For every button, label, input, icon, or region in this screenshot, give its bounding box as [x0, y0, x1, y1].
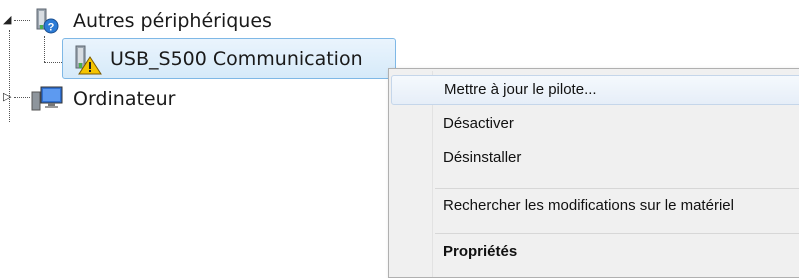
tree-connector — [14, 97, 30, 98]
menu-separator — [435, 188, 799, 189]
tree-label-usb-s500[interactable]: USB_S500 Communication — [110, 46, 363, 72]
tree-connector — [14, 20, 30, 21]
menu-item-disable[interactable]: Désactiver — [391, 109, 799, 139]
svg-text:?: ? — [48, 22, 55, 34]
collapse-arrow-icon[interactable]: ◢ — [3, 14, 11, 25]
device-warning-icon — [70, 44, 104, 80]
expand-arrow-icon[interactable]: ▷ — [3, 91, 11, 102]
unknown-device-icon: ? — [32, 7, 60, 39]
menu-item-properties[interactable]: Propriétés — [391, 237, 799, 267]
tree-connector — [44, 36, 45, 62]
menu-item-scan-hardware-changes[interactable]: Rechercher les modifications sur le maté… — [391, 191, 799, 221]
computer-icon — [30, 84, 64, 116]
menu-item-uninstall[interactable]: Désinstaller — [391, 143, 799, 173]
tree-label-computer[interactable]: Ordinateur — [73, 86, 175, 112]
tree-connector — [9, 30, 10, 122]
tree-label-other-devices[interactable]: Autres périphériques — [73, 8, 272, 34]
context-menu: Mettre à jour le pilote... Désactiver Dé… — [388, 68, 799, 278]
menu-separator — [435, 233, 799, 234]
menu-item-update-driver[interactable]: Mettre à jour le pilote... — [391, 75, 799, 105]
